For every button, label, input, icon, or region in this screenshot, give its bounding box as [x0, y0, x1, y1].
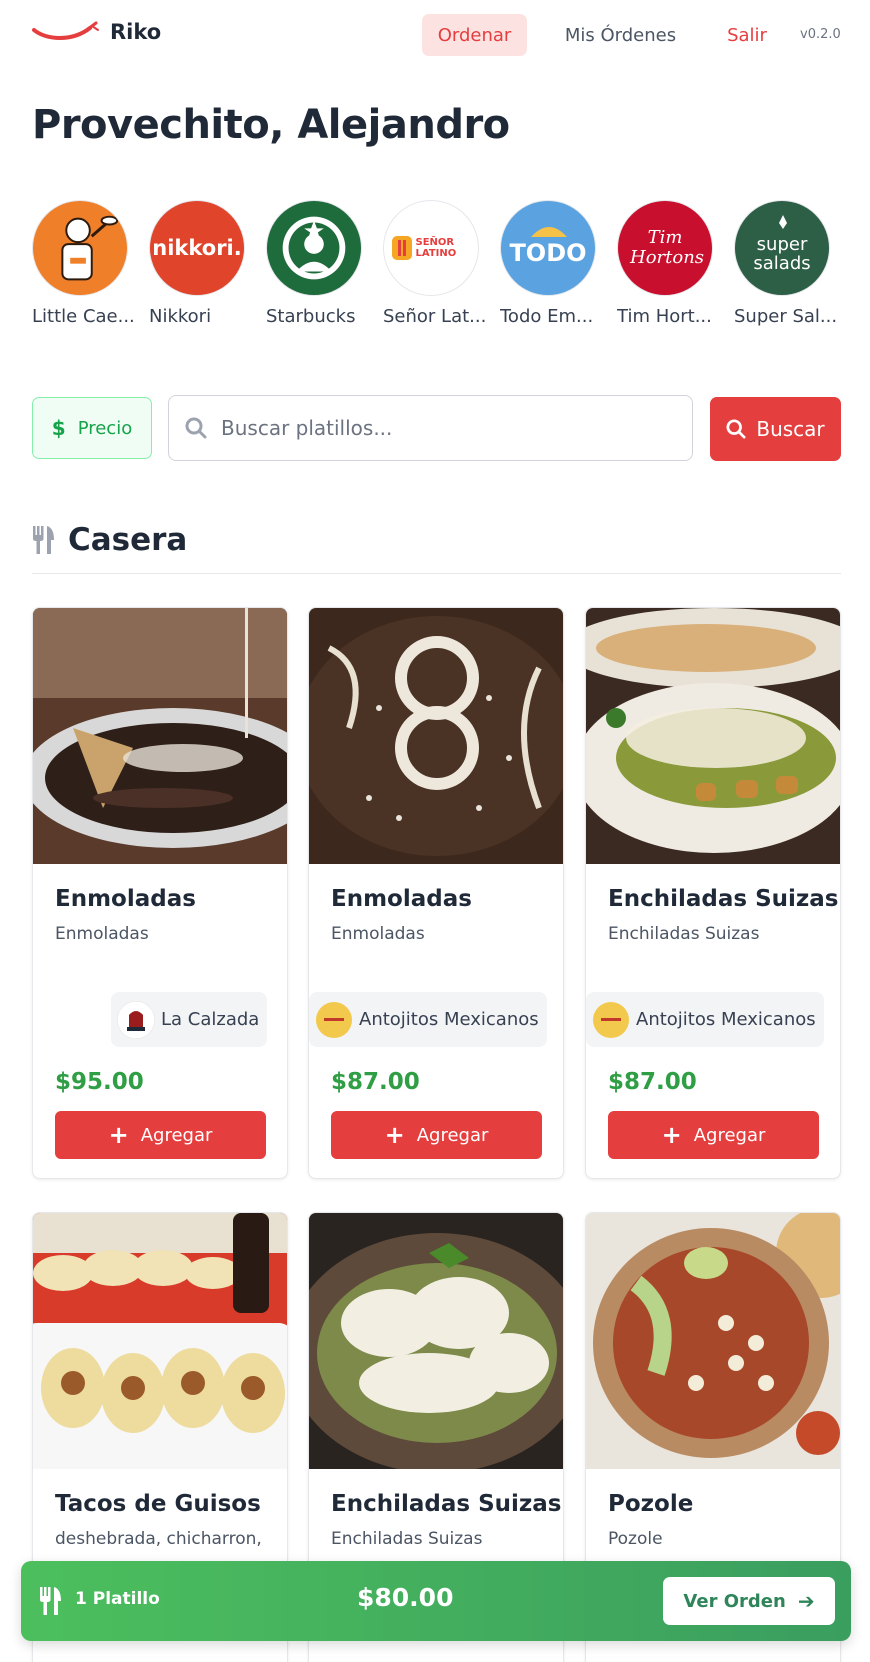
category-divider — [32, 573, 841, 574]
order-item-count: 1 Platillo — [75, 1589, 160, 1609]
brand-name: Riko — [110, 20, 162, 44]
dish-description: deshebrada, chicharron, — [55, 1529, 262, 1549]
plus-icon: + — [108, 1121, 129, 1149]
little-caesars-logo — [32, 200, 128, 296]
starbucks-logo — [266, 200, 362, 296]
price-filter-label: Precio — [77, 417, 133, 439]
search-icon — [726, 419, 746, 439]
restaurant-name: Little Cae... — [32, 306, 135, 327]
dish-image — [586, 608, 840, 864]
dish-price: $87.00 — [331, 1069, 420, 1095]
dish-restaurant-badge[interactable]: Antojitos Mexicanos — [309, 992, 547, 1047]
tim-hortons-logo: Tim Hortons — [617, 200, 713, 296]
order-summary-bar: 1 Platillo $80.00 Ver Orden ➔ — [21, 1561, 851, 1641]
dish-card-body: Enchiladas Suizas Enchiladas Suizas Anto… — [586, 864, 840, 1159]
dish-title: Enmoladas — [331, 886, 472, 912]
restaurant-item[interactable]: Tim Hortons Tim Hort... — [617, 200, 734, 327]
antojitos-mexicanos-logo — [592, 1001, 630, 1039]
chili-logo-icon — [32, 21, 99, 40]
price-filter-button[interactable]: $ Precio — [32, 397, 152, 459]
super-salads-logo: super salads — [734, 200, 830, 296]
utensils-icon — [33, 526, 54, 554]
restaurant-item[interactable]: Little Cae... — [32, 200, 149, 327]
la-calzada-logo — [117, 1000, 155, 1039]
dish-title: Enchiladas Suizas — [331, 1491, 562, 1517]
dish-card-body: Enmoladas Enmoladas La Calzada $95.00 + … — [33, 864, 287, 1159]
utensils-icon — [40, 1587, 61, 1615]
view-order-button[interactable]: Ver Orden ➔ — [663, 1577, 835, 1625]
dollar-icon: $ — [51, 416, 66, 440]
add-button-label: Agregar — [140, 1124, 213, 1146]
restaurant-name: Tim Hort... — [617, 306, 712, 327]
add-to-order-button[interactable]: + Agregar — [331, 1111, 542, 1159]
nav-order-link[interactable]: Ordenar — [422, 14, 527, 56]
dish-restaurant-name: Antojitos Mexicanos — [636, 1009, 816, 1030]
dish-description: Enchiladas Suizas — [331, 1529, 483, 1549]
plus-icon: + — [384, 1121, 405, 1149]
dish-card-body: Enchiladas Suizas Enchiladas Suizas — [309, 1469, 563, 1569]
dish-price: $87.00 — [608, 1069, 697, 1095]
restaurant-item[interactable]: Starbucks — [266, 200, 383, 327]
dish-image — [586, 1213, 840, 1469]
dish-description: Enmoladas — [331, 924, 425, 944]
dish-description: Pozole — [608, 1529, 663, 1549]
dish-card-body: Enmoladas Enmoladas Antojitos Mexicanos … — [309, 864, 563, 1159]
dish-card-body: Tacos de Guisos deshebrada, chicharron, — [33, 1469, 287, 1569]
dish-price: $95.00 — [55, 1069, 144, 1095]
dish-card: Enmoladas Enmoladas La Calzada $95.00 + … — [32, 607, 288, 1179]
add-button-label: Agregar — [416, 1124, 489, 1146]
antojitos-mexicanos-logo — [315, 1001, 353, 1039]
dish-restaurant-name: Antojitos Mexicanos — [359, 1009, 539, 1030]
dish-image — [309, 608, 563, 864]
dish-restaurant-badge[interactable]: Antojitos Mexicanos — [586, 992, 824, 1047]
dish-card: Enmoladas Enmoladas Antojitos Mexicanos … — [308, 607, 564, 1179]
restaurant-item[interactable]: SEÑOR LATINO Señor Lat... — [383, 200, 500, 327]
category-header: Casera — [32, 522, 187, 558]
add-button-label: Agregar — [693, 1124, 766, 1146]
plus-icon: + — [661, 1121, 682, 1149]
dish-restaurant-badge[interactable]: La Calzada — [111, 992, 268, 1047]
logout-link[interactable]: Salir — [712, 14, 782, 56]
search-button-label: Buscar — [756, 417, 825, 441]
order-total: $80.00 — [357, 1583, 454, 1612]
restaurant-carousel: Little Cae... nikkori. Nikkori Starbucks… — [32, 200, 870, 335]
brand-logo[interactable]: Riko — [32, 20, 161, 44]
restaurant-name: Super Sal... — [734, 306, 838, 327]
add-to-order-button[interactable]: + Agregar — [55, 1111, 266, 1159]
search-icon — [185, 417, 207, 439]
dish-card-body: Pozole Pozole — [586, 1469, 840, 1569]
arrow-right-icon: ➔ — [797, 1589, 815, 1613]
dish-title: Pozole — [608, 1491, 694, 1517]
senor-latino-logo: SEÑOR LATINO — [383, 200, 479, 296]
restaurant-name: Todo Em... — [500, 306, 594, 327]
restaurant-name: Señor Lat... — [383, 306, 487, 327]
add-to-order-button[interactable]: + Agregar — [608, 1111, 819, 1159]
dish-description: Enmoladas — [55, 924, 149, 944]
dish-title: Enchiladas Suizas — [608, 886, 839, 912]
dish-image — [33, 1213, 287, 1469]
restaurant-item[interactable]: nikkori. Nikkori — [149, 200, 266, 327]
nav-my-orders-link[interactable]: Mis Órdenes — [548, 14, 693, 56]
search-box — [168, 395, 693, 461]
search-button[interactable]: Buscar — [710, 397, 841, 461]
search-input[interactable] — [221, 416, 661, 440]
dish-card: Enchiladas Suizas Enchiladas Suizas Anto… — [585, 607, 841, 1179]
restaurant-item[interactable]: TODO Todo Em... — [500, 200, 617, 327]
dish-restaurant-name: La Calzada — [161, 1009, 260, 1030]
restaurant-name: Starbucks — [266, 306, 356, 327]
todo-empanadas-logo: TODO — [500, 200, 596, 296]
app-version: v0.2.0 — [800, 27, 841, 42]
dish-image — [309, 1213, 563, 1469]
top-nav: Riko Ordenar Mis Órdenes Salir v0.2.0 — [0, 0, 870, 72]
dish-title: Enmoladas — [55, 886, 196, 912]
greeting-title: Provechito, Alejandro — [32, 102, 510, 148]
restaurant-item[interactable]: super salads Super Sal... — [734, 200, 851, 327]
dish-title: Tacos de Guisos — [55, 1491, 261, 1517]
category-title: Casera — [68, 522, 188, 558]
nikkori-logo: nikkori. — [149, 200, 245, 296]
view-order-label: Ver Orden — [683, 1590, 786, 1612]
restaurant-name: Nikkori — [149, 306, 212, 327]
dish-description: Enchiladas Suizas — [608, 924, 760, 944]
dish-image — [33, 608, 287, 864]
